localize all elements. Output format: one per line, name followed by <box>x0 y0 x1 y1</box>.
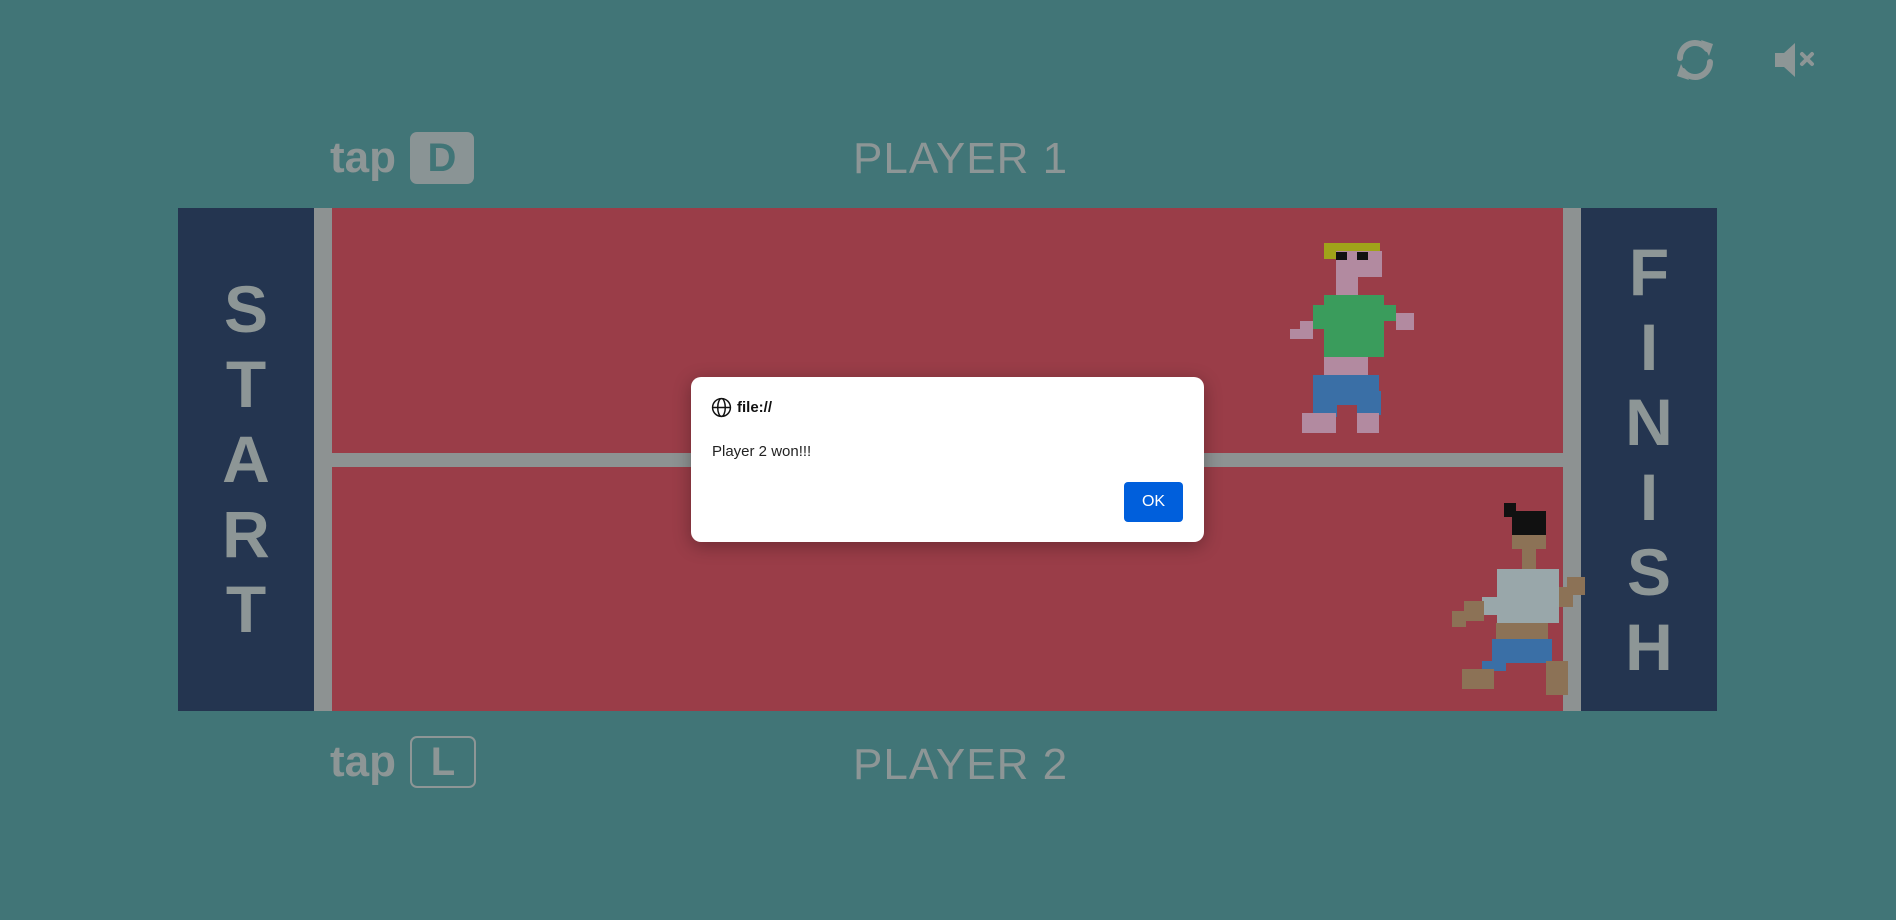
finish-letter: N <box>1625 384 1673 459</box>
alert-dialog: file:// Player 2 won!!! OK <box>691 377 1204 542</box>
start-letter: A <box>222 422 270 496</box>
tap-label: tap <box>330 133 396 182</box>
start-letter: T <box>225 347 267 421</box>
restart-icon[interactable] <box>1671 36 1719 84</box>
key-d-badge: D <box>410 132 474 184</box>
start-letter: T <box>225 572 267 646</box>
dialog-origin-text: file:// <box>737 399 773 416</box>
finish-zone: F I N I S H <box>1581 208 1717 711</box>
mute-icon[interactable] <box>1771 36 1819 84</box>
start-letter: S <box>223 272 269 346</box>
player2-tap-hint: tap L <box>330 736 476 788</box>
tap-label: tap <box>330 737 396 786</box>
finish-letter: H <box>1625 609 1673 684</box>
globe-icon <box>711 397 732 418</box>
dialog-origin: file:// <box>711 397 772 418</box>
player2-label: PLAYER 2 <box>853 740 1069 789</box>
finish-letter: S <box>1626 534 1672 609</box>
runner-player2-sprite <box>1452 503 1585 695</box>
ok-button[interactable]: OK <box>1124 482 1183 522</box>
runner-player1-sprite <box>1290 243 1414 433</box>
finish-letter: F <box>1628 234 1670 309</box>
finish-letter: I <box>1639 309 1659 384</box>
dialog-message: Player 2 won!!! <box>712 443 812 460</box>
player1-label: PLAYER 1 <box>853 134 1069 183</box>
finish-letter: I <box>1639 459 1659 534</box>
player1-tap-hint: tap D <box>330 132 474 184</box>
start-zone: S T A R T <box>178 208 314 711</box>
start-letter: R <box>222 497 270 571</box>
key-l-badge: L <box>410 736 476 788</box>
